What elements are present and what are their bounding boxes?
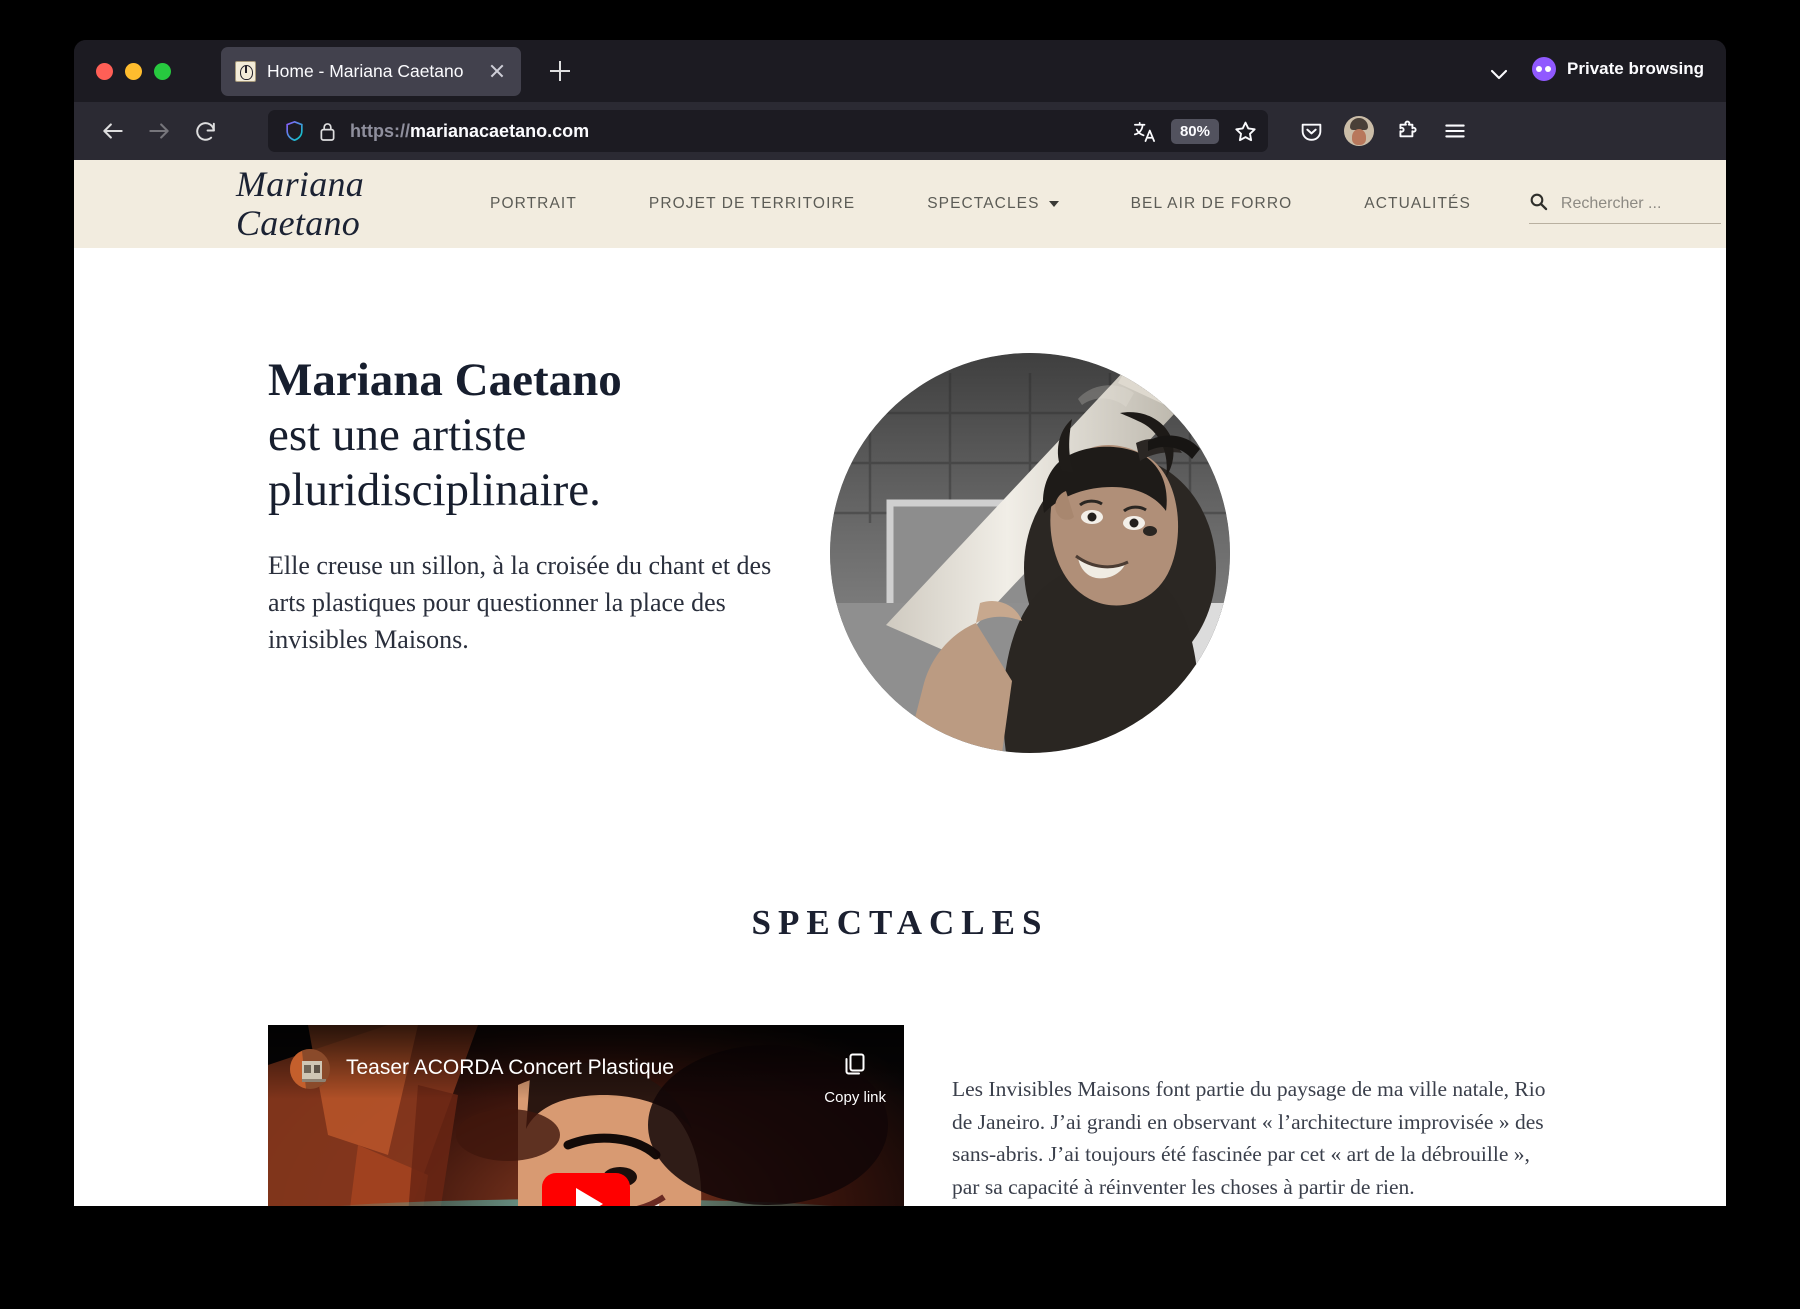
tab-title: Home - Mariana Caetano xyxy=(267,60,464,81)
new-tab-button[interactable] xyxy=(543,54,577,88)
youtube-video-embed[interactable]: Teaser ACORDA Concert Plastique Copy lin… xyxy=(268,1025,904,1206)
private-browsing-label: Private browsing xyxy=(1567,59,1704,78)
site-logo-line-1: Mariana xyxy=(236,164,365,205)
pocket-icon[interactable] xyxy=(1290,110,1332,152)
star-icon[interactable] xyxy=(1233,119,1258,144)
window-controls xyxy=(74,62,181,80)
nav-item-portrait[interactable]: PORTRAIT xyxy=(454,195,613,213)
hero-heading-line2: est une artiste xyxy=(268,408,527,461)
maximize-window-button[interactable] xyxy=(154,62,171,80)
section-title-spectacles: SPECTACLES xyxy=(751,903,1049,942)
site-favicon-icon xyxy=(235,60,256,82)
hamburger-menu-icon[interactable] xyxy=(1434,110,1476,152)
url-text: https://marianacaetano.com xyxy=(350,121,1118,142)
padlock-icon[interactable] xyxy=(319,121,336,142)
copy-link-button[interactable]: Copy link xyxy=(824,1049,886,1106)
search-input[interactable]: Rechercher ... xyxy=(1528,184,1721,224)
private-browsing-indicator: Private browsing xyxy=(1532,57,1704,81)
forward-arrow-icon[interactable] xyxy=(138,110,180,152)
search-placeholder: Rechercher ... xyxy=(1560,194,1662,212)
video-header-bar: Teaser ACORDA Concert Plastique Copy lin… xyxy=(268,1025,904,1106)
nav-label: SPECTACLES xyxy=(927,195,1040,212)
account-avatar[interactable] xyxy=(1338,110,1380,152)
tracking-protection-shield-icon[interactable] xyxy=(284,120,305,142)
browser-tab[interactable]: Home - Mariana Caetano xyxy=(221,46,521,96)
zoom-level-badge[interactable]: 80% xyxy=(1170,118,1219,144)
minimize-window-button[interactable] xyxy=(125,62,142,80)
back-arrow-icon[interactable] xyxy=(92,110,134,152)
private-mask-icon xyxy=(1532,57,1557,81)
video-title[interactable]: Teaser ACORDA Concert Plastique xyxy=(346,1049,808,1080)
copy-link-icon xyxy=(842,1051,868,1082)
nav-item-actualites[interactable]: ACTUALITÉS xyxy=(1328,195,1507,213)
browser-toolbar: https://marianacaetano.com 80% xyxy=(74,102,1726,160)
url-host: marianacaetano.com xyxy=(410,120,590,141)
site-logo-line-2: Caetano xyxy=(236,203,361,243)
search-icon xyxy=(1529,192,1548,216)
browser-window: Home - Mariana Caetano Private browsing xyxy=(74,40,1726,1206)
url-bar[interactable]: https://marianacaetano.com 80% xyxy=(268,110,1268,152)
nav-item-bel-air-de-forro[interactable]: BEL AIR DE FORRO xyxy=(1095,195,1329,213)
translate-icon[interactable] xyxy=(1132,119,1157,144)
toolbar-actions xyxy=(1290,110,1476,152)
chevron-down-icon xyxy=(1048,201,1059,207)
page-viewport: Mariana Caetano PORTRAIT PROJET DE TERRI… xyxy=(74,160,1726,1206)
site-logo[interactable]: Mariana Caetano xyxy=(236,165,436,243)
site-navigation: PORTRAIT PROJET DE TERRITOIRE SPECTACLES… xyxy=(454,195,1507,213)
close-tab-icon[interactable] xyxy=(483,57,511,85)
spectacles-description: Les Invisibles Maisons font partie du pa… xyxy=(952,1025,1726,1206)
nav-label: ACTUALITÉS xyxy=(1364,195,1471,212)
hero-heading-name: Mariana Caetano xyxy=(268,354,622,406)
youtube-play-icon[interactable] xyxy=(542,1172,630,1206)
chevron-down-icon[interactable] xyxy=(1487,62,1511,86)
channel-avatar[interactable] xyxy=(290,1049,330,1089)
hero-text-column: Mariana Caetano est une artiste pluridis… xyxy=(74,353,774,753)
hero-paragraph: Elle creuse un sillon, à la croisée du c… xyxy=(268,550,772,654)
site-header: Mariana Caetano PORTRAIT PROJET DE TERRI… xyxy=(74,160,1726,248)
copy-link-label: Copy link xyxy=(824,1089,886,1106)
reload-icon[interactable] xyxy=(184,110,226,152)
nav-label: PORTRAIT xyxy=(490,195,577,212)
page-title: Mariana Caetano est une artiste pluridis… xyxy=(268,353,774,518)
portrait-photo xyxy=(830,353,1230,753)
close-window-button[interactable] xyxy=(96,62,113,80)
tab-strip: Home - Mariana Caetano Private browsing xyxy=(74,40,1726,102)
url-scheme: https:// xyxy=(350,120,410,141)
hero-heading-line3: pluridisciplinaire. xyxy=(268,463,601,516)
hero-section: Mariana Caetano est une artiste pluridis… xyxy=(74,248,1726,753)
spectacles-content: Teaser ACORDA Concert Plastique Copy lin… xyxy=(74,1025,1726,1206)
nav-item-projet-de-territoire[interactable]: PROJET DE TERRITOIRE xyxy=(613,195,891,213)
spectacles-paragraph-1: Les Invisibles Maisons font partie du pa… xyxy=(952,1077,1546,1200)
nav-label: BEL AIR DE FORRO xyxy=(1130,195,1293,212)
extensions-puzzle-icon[interactable] xyxy=(1386,110,1428,152)
nav-label: PROJET DE TERRITOIRE xyxy=(648,195,856,212)
nav-item-spectacles[interactable]: SPECTACLES xyxy=(891,195,1094,213)
